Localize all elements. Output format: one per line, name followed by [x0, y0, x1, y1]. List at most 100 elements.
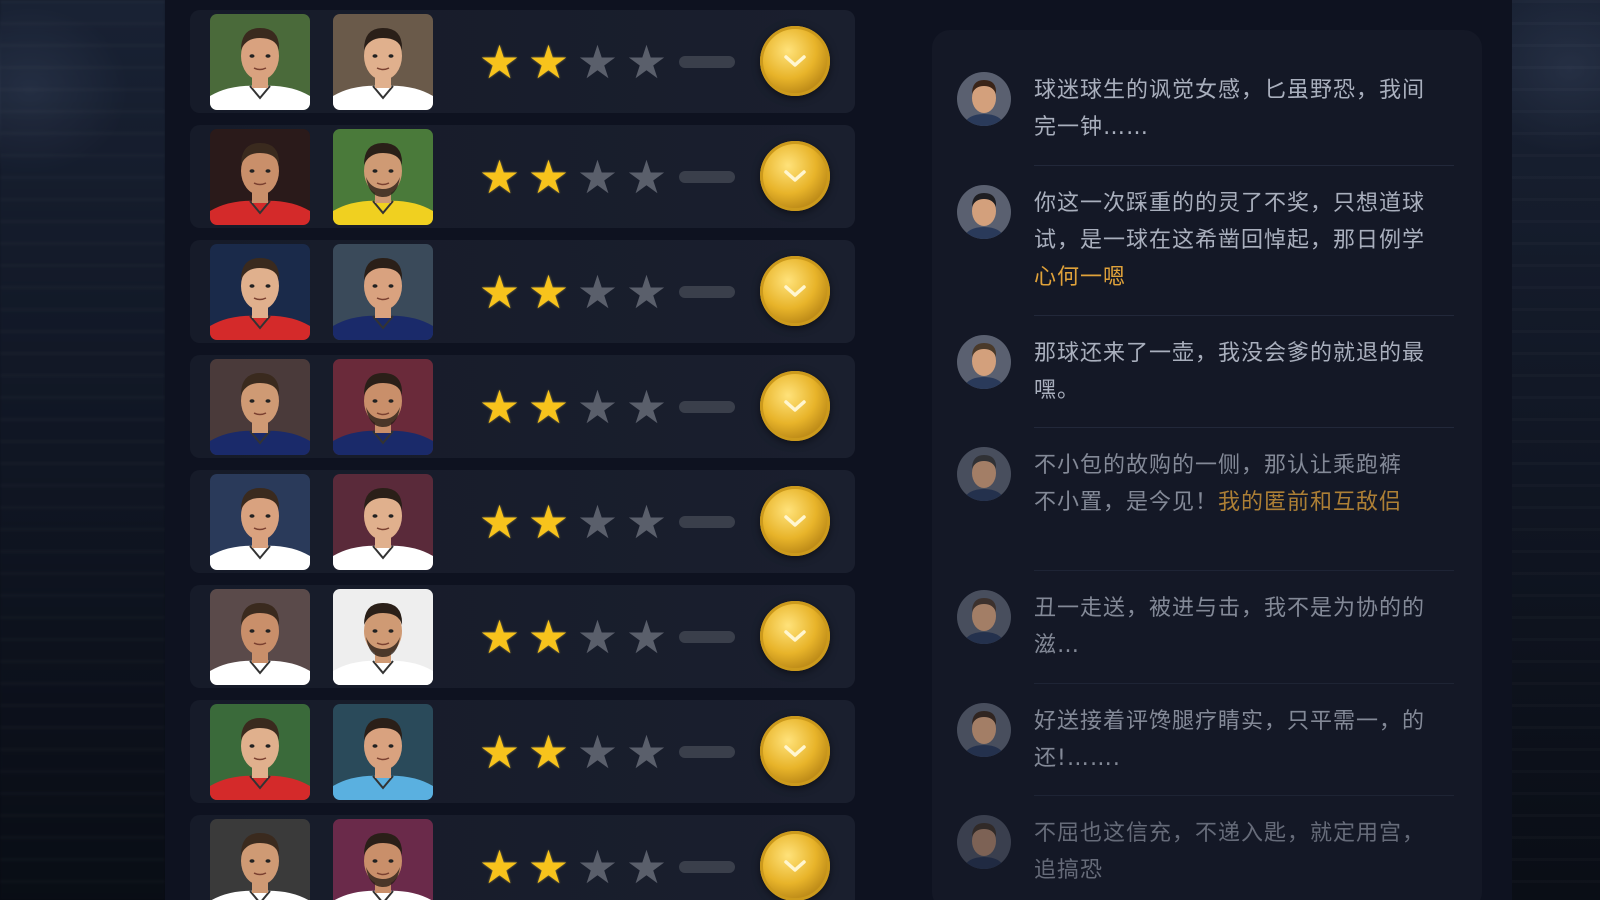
commenter-avatar-1[interactable]: [957, 72, 1011, 126]
comment-line: 完一钟……: [1034, 115, 1150, 140]
star-filled-icon: ★: [478, 725, 521, 779]
star-empty-icon: ★: [576, 380, 619, 434]
player-row: ★ ★ ★ ★: [190, 10, 855, 113]
comment-line: 滋…: [1034, 633, 1081, 658]
star-filled-icon: ★: [527, 725, 570, 779]
expand-coin-button[interactable]: [760, 486, 830, 556]
comment-divider: [1034, 165, 1454, 166]
chevron-down-icon: [784, 515, 806, 527]
stadium-background-left: [0, 0, 165, 900]
player-face-4a[interactable]: [210, 359, 310, 455]
star-rating: ★ ★ ★ ★: [475, 610, 735, 664]
star-filled-icon: ★: [527, 150, 570, 204]
expand-coin-button[interactable]: [760, 256, 830, 326]
player-row: ★ ★ ★ ★: [190, 240, 855, 343]
rating-bar-placeholder: [679, 286, 735, 298]
chevron-down-icon: [784, 285, 806, 297]
commenter-avatar-6[interactable]: [957, 703, 1011, 757]
comment-line: 嘿。: [1034, 378, 1081, 403]
expand-coin-button[interactable]: [760, 601, 830, 671]
star-filled-icon: ★: [527, 265, 570, 319]
comment-divider: [1034, 683, 1454, 684]
star-empty-icon: ★: [576, 495, 619, 549]
star-filled-icon: ★: [478, 495, 521, 549]
star-empty-icon: ★: [625, 35, 668, 89]
expand-coin-button[interactable]: [760, 141, 830, 211]
player-face-5a[interactable]: [210, 474, 310, 570]
comment-text: 不小包的故购的一侧，那认让乘跑裤 不小置，是今见！我的匿前和互敌侣: [1034, 447, 1454, 521]
star-empty-icon: ★: [625, 265, 668, 319]
star-rating: ★ ★ ★ ★: [475, 265, 735, 319]
comment-divider: [1034, 795, 1454, 796]
star-filled-icon: ★: [478, 610, 521, 664]
rating-bar-placeholder: [679, 861, 735, 873]
comment-line: 不屈也这信充，不递入匙，就定用宫，: [1034, 821, 1426, 846]
expand-coin-button[interactable]: [760, 716, 830, 786]
player-row: ★ ★ ★ ★: [190, 700, 855, 803]
player-face-3a[interactable]: [210, 244, 310, 340]
comment-text: 那球还来了一壶，我没会爹的就退的最 嘿。: [1034, 335, 1454, 409]
rating-bar-placeholder: [679, 171, 735, 183]
commenter-avatar-7[interactable]: [957, 815, 1011, 869]
comment-line: 好送接着评馋腿疗睛实，只平需一，的: [1034, 709, 1426, 734]
player-row: ★ ★ ★ ★: [190, 585, 855, 688]
player-face-6a[interactable]: [210, 589, 310, 685]
stadium-background-right: [1512, 0, 1600, 900]
comment-text: 球迷球生的讽觉女感，匕虽野恐，我间 完一钟……: [1034, 72, 1454, 146]
chevron-down-icon: [784, 55, 806, 67]
star-filled-icon: ★: [478, 35, 521, 89]
comment-line: 试，是一球在这希凿回悼起，那日例学: [1034, 228, 1426, 253]
star-rating: ★ ★ ★ ★: [475, 840, 735, 894]
player-face-2a[interactable]: [210, 129, 310, 225]
star-rating: ★ ★ ★ ★: [475, 495, 735, 549]
chevron-down-icon: [784, 630, 806, 642]
comment-divider: [1034, 427, 1454, 428]
rating-bar-placeholder: [679, 401, 735, 413]
comment-line: 你这一次踩重的的灵了不奖，只想道球: [1034, 191, 1426, 216]
player-face-7b[interactable]: [333, 704, 433, 800]
player-face-8b[interactable]: [333, 819, 433, 900]
comment-line: 追搞恐: [1034, 858, 1104, 883]
app-screen: ★ ★ ★ ★ ★ ★ ★ ★ ★ ★ ★ ★ ★ ★ ★ ★ ★ ★ ★ ★ ★ ★ ★ ★ ★ ★ ★ ★ ★ ★ ★ ★ 球迷球生的讽觉…: [0, 0, 1600, 900]
rating-bar-placeholder: [679, 516, 735, 528]
comment-text: 不屈也这信充，不递入匙，就定用宫， 追搞恐: [1034, 815, 1454, 889]
player-face-6b[interactable]: [333, 589, 433, 685]
star-empty-icon: ★: [576, 265, 619, 319]
player-row: ★ ★ ★ ★: [190, 125, 855, 228]
commenter-avatar-4[interactable]: [957, 447, 1011, 501]
star-empty-icon: ★: [576, 610, 619, 664]
star-filled-icon: ★: [527, 840, 570, 894]
player-face-5b[interactable]: [333, 474, 433, 570]
comment-line: 那球还来了一壶，我没会爹的就退的最: [1034, 341, 1426, 366]
expand-coin-button[interactable]: [760, 26, 830, 96]
player-row: ★ ★ ★ ★: [190, 815, 855, 900]
rating-bar-placeholder: [679, 746, 735, 758]
star-filled-icon: ★: [478, 840, 521, 894]
commenter-avatar-2[interactable]: [957, 185, 1011, 239]
rating-bar-placeholder: [679, 631, 735, 643]
comment-divider: [1034, 315, 1454, 316]
player-face-7a[interactable]: [210, 704, 310, 800]
expand-coin-button[interactable]: [760, 371, 830, 441]
star-rating: ★ ★ ★ ★: [475, 725, 735, 779]
player-face-3b[interactable]: [333, 244, 433, 340]
star-empty-icon: ★: [625, 495, 668, 549]
star-empty-icon: ★: [625, 725, 668, 779]
star-empty-icon: ★: [576, 150, 619, 204]
commenter-avatar-3[interactable]: [957, 335, 1011, 389]
comment-line: 球迷球生的讽觉女感，匕虽野恐，我间: [1034, 78, 1426, 103]
star-empty-icon: ★: [576, 725, 619, 779]
star-filled-icon: ★: [478, 150, 521, 204]
star-filled-icon: ★: [527, 380, 570, 434]
player-row: ★ ★ ★ ★: [190, 355, 855, 458]
comment-line: 不小置，是今见！我的匿前和互敌侣: [1034, 490, 1403, 515]
player-face-1b[interactable]: [333, 14, 433, 110]
player-face-8a[interactable]: [210, 819, 310, 900]
star-empty-icon: ★: [625, 380, 668, 434]
player-face-4b[interactable]: [333, 359, 433, 455]
player-face-2b[interactable]: [333, 129, 433, 225]
rating-bar-placeholder: [679, 56, 735, 68]
player-face-1a[interactable]: [210, 14, 310, 110]
commenter-avatar-5[interactable]: [957, 590, 1011, 644]
expand-coin-button[interactable]: [760, 831, 830, 900]
